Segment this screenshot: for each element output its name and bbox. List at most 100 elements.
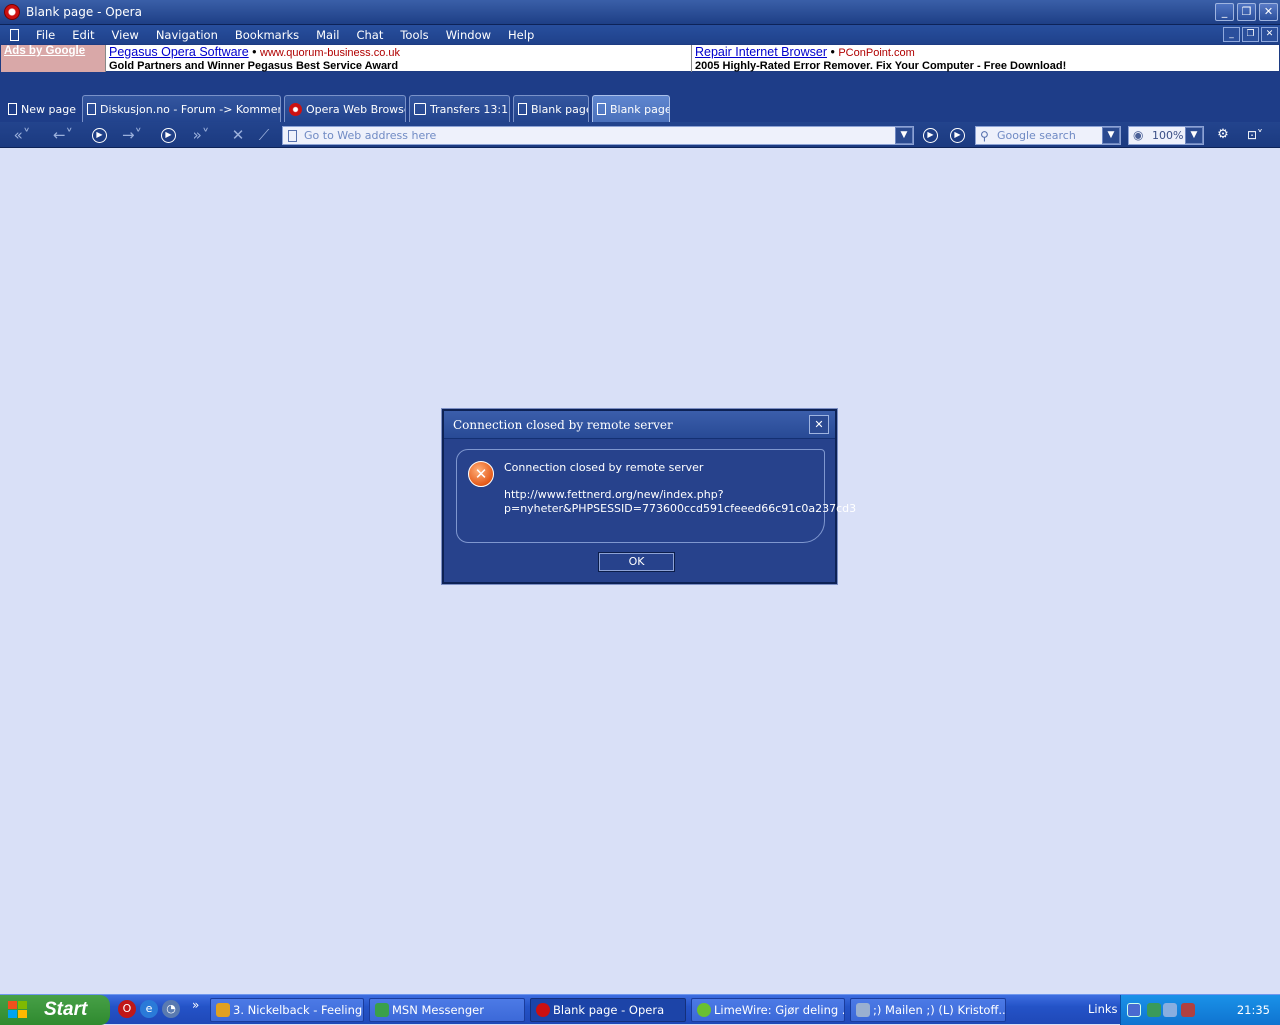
eye-icon: ◉ [1133, 128, 1144, 142]
taskbar-item[interactable]: LimeWire: Gjør deling ... [691, 998, 845, 1022]
dialog-message-box: ✕ Connection closed by remote server htt… [456, 449, 856, 543]
page-minimize-button[interactable]: _ [1223, 27, 1240, 42]
clock: 21:35 [1236, 1003, 1270, 1017]
opera-icon[interactable]: O [118, 1000, 136, 1018]
navigation-toolbar: «˅ ←˅ ▶ →˅ ▶ »˅ ✕ ⟋ Go to Web address he… [0, 122, 1280, 148]
tab-label: Opera Web Browser [305, 102, 406, 116]
internet-explorer-icon[interactable]: e [140, 1000, 158, 1018]
opera-icon [536, 1003, 550, 1017]
menu-bookmarks[interactable]: Bookmarks [235, 28, 299, 42]
tab-label: Blank page [609, 102, 670, 116]
dialog-title: Connection closed by remote server [453, 418, 673, 432]
page-close-button[interactable]: ✕ [1261, 27, 1278, 42]
restore-button[interactable]: ❐ [1237, 3, 1256, 21]
ad-title-link[interactable]: Pegasus Opera Software [109, 45, 249, 59]
chevron-down-icon[interactable]: ▼ [895, 127, 913, 144]
taskbar-item[interactable]: ;) Mailen ;) (L) Kristoff... [850, 998, 1006, 1022]
menu-tools[interactable]: Tools [400, 28, 428, 42]
network-icon[interactable] [1127, 1003, 1141, 1017]
stop-icon[interactable]: ✕ [230, 125, 246, 145]
search-icon: ⚲ [980, 129, 989, 143]
minimize-button[interactable]: _ [1215, 3, 1234, 21]
tab-transfers[interactable]: Transfers 13:15 [408, 95, 510, 122]
taskbar: Start O e ◔ » 3. Nickelback - Feeling...… [0, 994, 1280, 1025]
tab-blank-page[interactable]: Blank page [512, 95, 589, 122]
forward-icon[interactable]: →˅ [117, 125, 147, 145]
menu-edit[interactable]: Edit [72, 28, 94, 42]
chat-icon [856, 1003, 870, 1017]
task-label: MSN Messenger [392, 1003, 484, 1017]
tab-label: Blank page [530, 102, 589, 116]
start-label: Start [44, 999, 88, 1020]
task-label: ;) Mailen ;) (L) Kristoff... [873, 1003, 1006, 1017]
play-icon[interactable]: ▶ [950, 128, 965, 143]
search-input[interactable]: ⚲ Google search ▼ [975, 126, 1121, 145]
new-page-button[interactable]: New page [8, 96, 76, 122]
menu-help[interactable]: Help [508, 28, 534, 42]
ad-item: Repair Internet Browser • PConPoint.com … [691, 45, 1279, 73]
ad-url[interactable]: www.quorum-business.co.uk [260, 47, 400, 59]
taskbar-item[interactable]: MSN Messenger [369, 998, 525, 1022]
limewire-icon [697, 1003, 711, 1017]
play-icon[interactable]: ▶ [92, 128, 107, 143]
page-icon [596, 103, 606, 115]
tab-diskusjon[interactable]: Diskusjon.no - Forum -> Kommer ik... [81, 95, 281, 122]
back-icon[interactable]: ←˅ [48, 125, 78, 145]
media-icon[interactable]: ◔ [162, 1000, 180, 1018]
menu-window[interactable]: Window [446, 28, 491, 42]
task-label: 3. Nickelback - Feeling... [233, 1003, 364, 1017]
page-icon [288, 130, 297, 142]
ads-by-google-link[interactable]: Ads by Google [1, 45, 105, 73]
rewind-icon[interactable]: «˅ [8, 125, 36, 145]
chevron-down-icon[interactable]: ▼ [1185, 127, 1203, 144]
wand-icon[interactable]: ⟋ [256, 125, 272, 145]
error-dialog: Connection closed by remote server ✕ ✕ C… [442, 409, 856, 584]
menu-file[interactable]: File [36, 28, 55, 42]
dialog-url-line: http://www.fettnerd.org/new/index.php? [504, 488, 724, 501]
tab-label: Diskusjon.no - Forum -> Kommer ik... [99, 102, 281, 116]
page-icon [8, 103, 17, 115]
menu-chat[interactable]: Chat [356, 28, 383, 42]
go-icon[interactable]: ▶ [923, 128, 938, 143]
page-icon [86, 103, 96, 115]
menu-navigation[interactable]: Navigation [156, 28, 218, 42]
dialog-close-button[interactable]: ✕ [809, 415, 829, 434]
window-title: Blank page - Opera [26, 5, 142, 19]
display-icon[interactable] [1163, 1003, 1177, 1017]
msn-tray-icon[interactable] [1147, 1003, 1161, 1017]
tab-opera-web-browser[interactable]: Opera Web Browser [283, 95, 406, 122]
new-page-label: New page [21, 102, 76, 116]
play-icon[interactable]: ▶ [161, 128, 176, 143]
chevron-down-icon[interactable]: ▼ [1102, 127, 1120, 144]
address-field[interactable]: Go to Web address here ▼ [282, 126, 914, 145]
disk-icon [413, 103, 426, 115]
windows-logo-icon [8, 1001, 28, 1019]
taskbar-item[interactable]: 3. Nickelback - Feeling... [210, 998, 364, 1022]
ad-title-link[interactable]: Repair Internet Browser [695, 45, 827, 59]
task-label: Blank page - Opera [553, 1003, 665, 1017]
menu-bar: File Edit View Navigation Bookmarks Mail… [0, 25, 1280, 44]
ok-button[interactable]: OK [598, 552, 675, 572]
menu-view[interactable]: View [112, 28, 139, 42]
zoom-control[interactable]: ◉ 100% ▼ [1128, 126, 1204, 145]
start-button[interactable]: Start [0, 995, 110, 1025]
security-icon[interactable] [1181, 1003, 1195, 1017]
tab-bar: New page Diskusjon.no - Forum -> Kommer … [0, 92, 1280, 122]
page-menu-icon[interactable] [10, 28, 19, 41]
taskbar-item-active[interactable]: Blank page - Opera [530, 998, 686, 1022]
title-bar: Blank page - Opera _ ❐ ✕ [0, 0, 1280, 25]
close-button[interactable]: ✕ [1259, 3, 1278, 21]
fast-forward-icon[interactable]: »˅ [186, 125, 216, 145]
ad-url[interactable]: PConPoint.com [838, 47, 914, 59]
tab-blank-page-active[interactable]: Blank page [591, 95, 670, 122]
page-restore-button[interactable]: ❐ [1242, 27, 1259, 42]
quick-launch-chevron-icon[interactable]: » [192, 998, 199, 1012]
links-toolbar[interactable]: Links [1088, 1002, 1118, 1016]
menu-mail[interactable]: Mail [316, 28, 339, 42]
opera-icon [288, 102, 302, 116]
ad-bar: Ads by Google Pegasus Opera Software • w… [0, 44, 1280, 73]
panel-icon[interactable]: ⊡˅ [1240, 125, 1270, 145]
zoom-value: 100% [1152, 129, 1184, 142]
tab-label: Transfers 13:15 [429, 102, 510, 116]
settings-icon[interactable]: ⚙ [1214, 125, 1232, 145]
